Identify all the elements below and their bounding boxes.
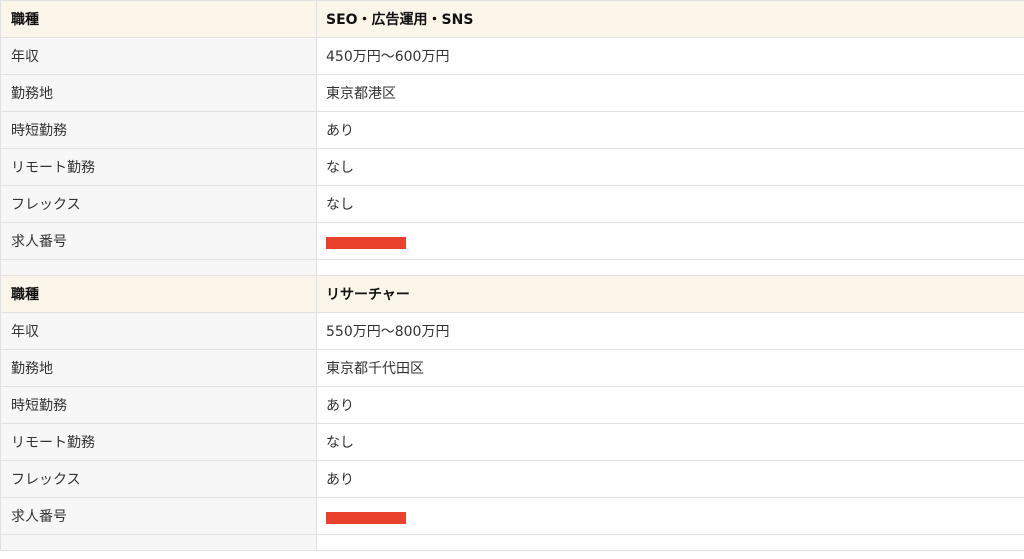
table-row: リモート勤務 なし <box>0 423 1024 461</box>
short-hours-value: あり <box>316 386 1024 424</box>
table-row: 求人番号 <box>0 497 1024 535</box>
location-label: 勤務地 <box>0 74 317 112</box>
short-hours-value: あり <box>316 111 1024 149</box>
job-type-value: リサーチャー <box>316 275 1024 313</box>
location-value: 東京都港区 <box>316 74 1024 112</box>
table-row: フレックス なし <box>0 185 1024 223</box>
job-number-label: 求人番号 <box>0 222 317 260</box>
job-type-label: 職種 <box>0 275 317 313</box>
short-hours-label: 時短勤務 <box>0 386 317 424</box>
job-number-value <box>316 222 1024 260</box>
flex-label: フレックス <box>0 460 317 498</box>
table-spacer <box>0 534 1024 551</box>
flex-label: フレックス <box>0 185 317 223</box>
job-type-label: 職種 <box>0 0 317 38</box>
flex-value: あり <box>316 460 1024 498</box>
table-row: 年収 450万円〜600万円 <box>0 37 1024 75</box>
table-row: フレックス あり <box>0 460 1024 498</box>
job-number-value <box>316 497 1024 535</box>
table-row: リモート勤務 なし <box>0 148 1024 186</box>
remote-work-value: なし <box>316 423 1024 461</box>
table-row: 時短勤務 あり <box>0 386 1024 424</box>
short-hours-label: 時短勤務 <box>0 111 317 149</box>
location-label: 勤務地 <box>0 349 317 387</box>
salary-label: 年収 <box>0 37 317 75</box>
table-row: 時短勤務 あり <box>0 111 1024 149</box>
redaction-bar <box>326 511 406 524</box>
flex-value: なし <box>316 185 1024 223</box>
job-title-row: 職種 リサーチャー <box>0 275 1024 313</box>
remote-work-label: リモート勤務 <box>0 423 317 461</box>
job-number-label: 求人番号 <box>0 497 317 535</box>
salary-value: 450万円〜600万円 <box>316 37 1024 75</box>
job-details-table: 職種 SEO・広告運用・SNS 年収 450万円〜600万円 勤務地 東京都港区… <box>0 0 1024 551</box>
salary-value: 550万円〜800万円 <box>316 312 1024 350</box>
job-listing-page: 職種 SEO・広告運用・SNS 年収 450万円〜600万円 勤務地 東京都港区… <box>0 0 1024 559</box>
job-type-value: SEO・広告運用・SNS <box>316 0 1024 38</box>
job-title-row: 職種 SEO・広告運用・SNS <box>0 0 1024 38</box>
table-row: 勤務地 東京都港区 <box>0 74 1024 112</box>
table-row: 年収 550万円〜800万円 <box>0 312 1024 350</box>
table-spacer <box>0 259 1024 276</box>
table-row: 求人番号 <box>0 222 1024 260</box>
table-row: 勤務地 東京都千代田区 <box>0 349 1024 387</box>
remote-work-value: なし <box>316 148 1024 186</box>
redaction-bar <box>326 236 406 249</box>
remote-work-label: リモート勤務 <box>0 148 317 186</box>
salary-label: 年収 <box>0 312 317 350</box>
location-value: 東京都千代田区 <box>316 349 1024 387</box>
